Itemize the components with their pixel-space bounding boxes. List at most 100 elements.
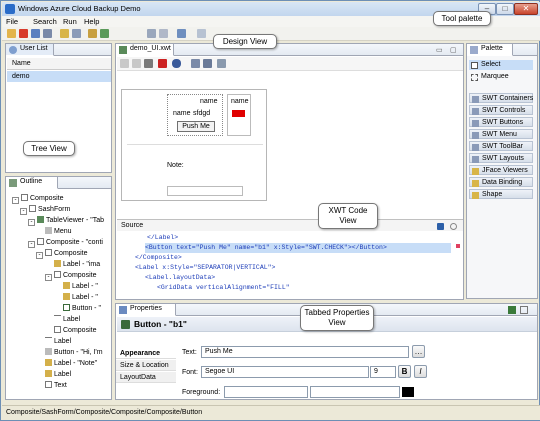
tree-item[interactable]: Composite bbox=[54, 326, 96, 336]
tree-item[interactable]: - TableViewer - "Tab bbox=[28, 216, 104, 226]
tree-item[interactable]: - Composite bbox=[12, 194, 63, 204]
maximize-icon[interactable]: □ bbox=[496, 3, 514, 15]
tree-item[interactable]: - SashForm bbox=[20, 205, 70, 215]
tree-item[interactable]: Label - "Note" bbox=[45, 359, 97, 369]
tree-item[interactable]: Label bbox=[45, 370, 71, 380]
tree-item[interactable]: Text bbox=[45, 381, 67, 391]
print-icon[interactable] bbox=[43, 29, 52, 38]
tree-item[interactable]: Button - " bbox=[63, 304, 101, 314]
italic-button[interactable]: I bbox=[414, 365, 427, 378]
close-icon[interactable]: ✕ bbox=[514, 3, 538, 15]
outline-view: Outline - Composite - SashForm - TableViewe… bbox=[5, 176, 112, 400]
folder-icon bbox=[472, 120, 479, 127]
tab-palette[interactable]: Palette bbox=[467, 44, 513, 56]
category-label: SWT Containers bbox=[482, 95, 534, 102]
maximize-view-icon[interactable]: ▢ bbox=[450, 46, 457, 54]
tool-select[interactable]: Select bbox=[469, 60, 533, 70]
foreground-select[interactable] bbox=[224, 386, 308, 398]
back-icon[interactable] bbox=[177, 29, 186, 38]
category-label: JFace Viewers bbox=[482, 167, 528, 174]
category-swt-toolbar[interactable]: SWT ToolBar bbox=[469, 141, 533, 151]
tree-label: Label bbox=[54, 371, 72, 378]
redo-icon[interactable] bbox=[132, 59, 141, 68]
pin-icon[interactable] bbox=[508, 306, 516, 314]
layout-icon[interactable] bbox=[191, 59, 200, 68]
tree-item[interactable]: Label - " bbox=[63, 293, 98, 303]
tree-item[interactable]: Label bbox=[54, 315, 80, 325]
table-row[interactable]: demo bbox=[7, 71, 111, 82]
menu-search[interactable]: Search bbox=[33, 17, 57, 26]
tab-demo-ui-xwt[interactable]: demo_UI.xwt bbox=[116, 44, 174, 56]
composite-icon bbox=[37, 238, 44, 245]
tree-item[interactable]: - Composite bbox=[36, 249, 87, 259]
tree-item[interactable]: Label - "ima bbox=[54, 260, 100, 270]
category-label: SWT Layouts bbox=[482, 155, 524, 162]
edit-text-icon[interactable]: … bbox=[412, 345, 425, 358]
tree-item[interactable]: Label bbox=[45, 337, 71, 347]
tab-properties[interactable]: Properties bbox=[116, 304, 176, 316]
background-select[interactable] bbox=[310, 386, 400, 398]
menu-run[interactable]: Run bbox=[63, 17, 77, 26]
nav-menu-icon[interactable] bbox=[159, 29, 168, 38]
section-size-location[interactable]: Size & Location bbox=[116, 360, 176, 371]
category-data-binding[interactable]: Data Binding bbox=[469, 177, 533, 187]
tree-item[interactable]: Button - "Hi, I'm bbox=[45, 348, 103, 358]
build-icon[interactable] bbox=[60, 29, 69, 38]
tool-icon[interactable] bbox=[88, 29, 97, 38]
source-tab-bar: Source bbox=[117, 219, 463, 231]
properties-title: Button - "b1" bbox=[134, 319, 187, 329]
tree-item[interactable]: Label - " bbox=[63, 282, 98, 292]
category-swt-controls[interactable]: SWT Controls bbox=[469, 105, 533, 115]
run-icon[interactable] bbox=[100, 29, 109, 38]
section-label: Size & Location bbox=[120, 362, 169, 369]
forward-icon[interactable] bbox=[197, 29, 206, 38]
grid-icon[interactable] bbox=[203, 59, 212, 68]
column-header-name[interactable]: Name bbox=[7, 58, 111, 70]
delete-icon[interactable] bbox=[19, 29, 28, 38]
tree-item[interactable]: Menu bbox=[45, 227, 72, 237]
cut-icon[interactable] bbox=[144, 59, 153, 68]
category-swt-menu[interactable]: SWT Menu bbox=[469, 129, 533, 139]
tool-marquee[interactable]: Marquee bbox=[469, 72, 533, 82]
bold-button[interactable]: B bbox=[398, 365, 411, 378]
category-swt-buttons[interactable]: SWT Buttons bbox=[469, 117, 533, 127]
source-editor[interactable]: </Label> <Button text="Push Me" name="b1… bbox=[117, 232, 463, 298]
search-icon[interactable] bbox=[72, 29, 81, 38]
source-action-icon[interactable] bbox=[437, 223, 444, 230]
category-swt-layouts[interactable]: SWT Layouts bbox=[469, 153, 533, 163]
link-icon[interactable] bbox=[217, 59, 226, 68]
save-icon[interactable] bbox=[31, 29, 40, 38]
design-canvas[interactable]: name name sfdgd Push Me name Note: bbox=[121, 89, 267, 201]
menu-file[interactable]: File bbox=[6, 17, 18, 26]
delete-widget-icon[interactable] bbox=[158, 59, 167, 68]
section-layoutdata[interactable]: LayoutData bbox=[116, 372, 176, 383]
color-swatch[interactable] bbox=[402, 387, 414, 397]
source-toggle-icon[interactable] bbox=[450, 223, 457, 230]
tree-item[interactable]: - Composite bbox=[45, 271, 96, 281]
minimize-view-icon[interactable]: ▭ bbox=[436, 46, 443, 54]
undo-icon[interactable] bbox=[120, 59, 129, 68]
error-marker bbox=[456, 244, 460, 248]
text-field[interactable]: Push Me bbox=[201, 346, 409, 358]
tree-item[interactable]: - Composite - "conti bbox=[28, 238, 103, 248]
view-menu-icon[interactable] bbox=[520, 306, 528, 314]
nav-icon[interactable] bbox=[147, 29, 156, 38]
section-appearance[interactable]: Appearance bbox=[116, 348, 176, 359]
category-jface-viewers[interactable]: JFace Viewers bbox=[469, 165, 533, 175]
font-size-select[interactable]: 9 bbox=[370, 366, 396, 378]
tree-label: Label bbox=[63, 316, 81, 323]
push-me-button[interactable]: Push Me bbox=[177, 121, 215, 132]
preview-icon[interactable] bbox=[172, 59, 181, 68]
open-icon[interactable] bbox=[7, 29, 16, 38]
note-text-field[interactable] bbox=[167, 186, 243, 196]
category-swt-containers[interactable]: SWT Containers bbox=[469, 93, 533, 103]
tab-outline[interactable]: Outline bbox=[6, 177, 58, 189]
menu-help[interactable]: Help bbox=[84, 17, 99, 26]
category-shape[interactable]: Shape bbox=[469, 189, 533, 199]
tab-source[interactable]: Source bbox=[121, 222, 143, 229]
tab-user-list[interactable]: User List bbox=[6, 44, 54, 56]
composite-icon bbox=[54, 271, 61, 278]
font-select[interactable]: Segoe UI bbox=[201, 366, 369, 378]
palette-icon bbox=[470, 46, 478, 54]
callout-tree-view: Tree View bbox=[23, 141, 75, 156]
